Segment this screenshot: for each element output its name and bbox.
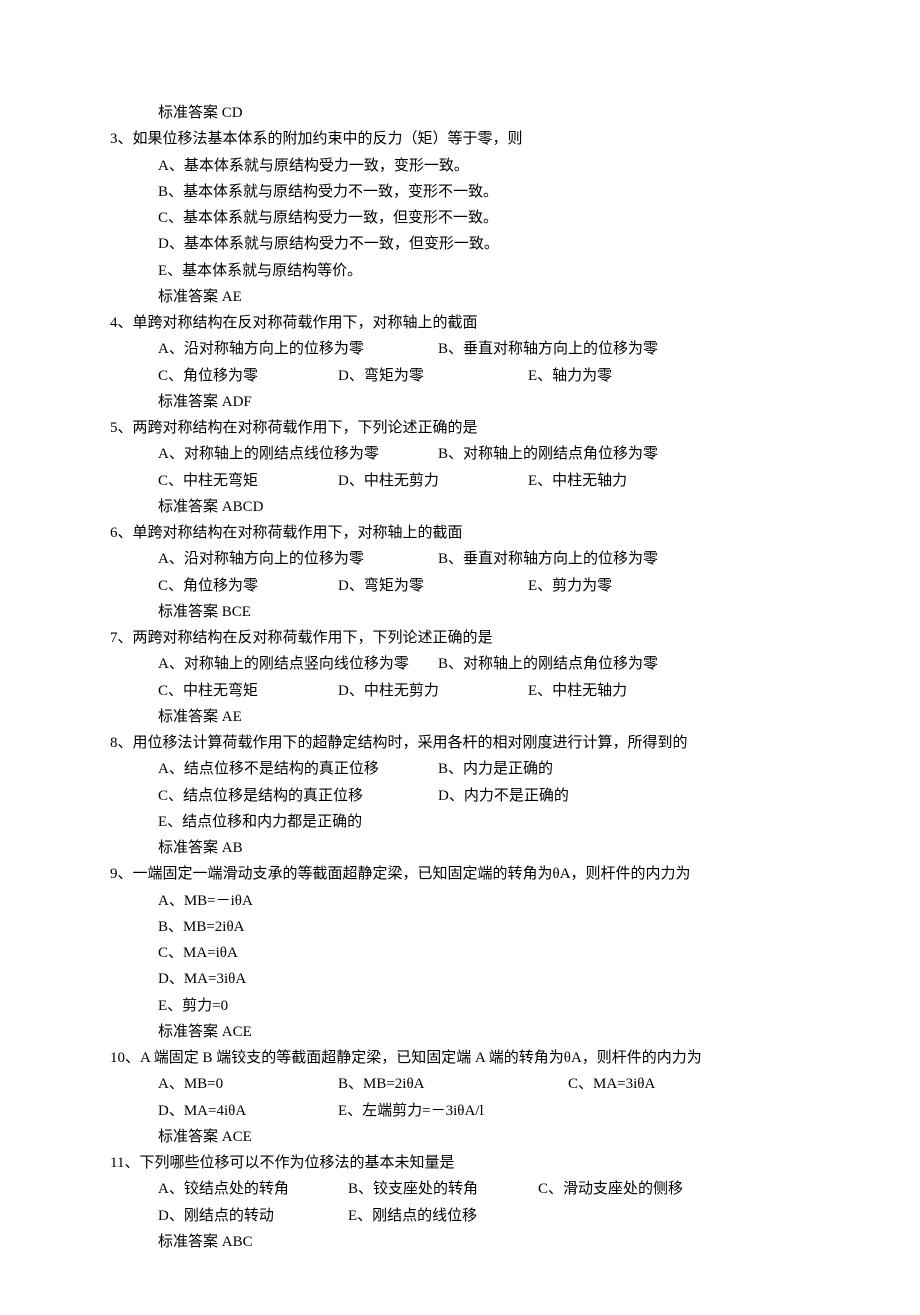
q7-stem: 7、两跨对称结构在反对称荷载作用下，下列论述正确的是 [110,625,810,651]
q10-stem: 10、A 端固定 B 端铰支的等截面超静定梁，已知固定端 A 端的转角为θA，则… [110,1045,810,1071]
q5-opt-e: E、中柱无轴力 [528,468,627,494]
q11-opt-b: B、铰支座处的转角 [348,1176,538,1202]
q3-answer: 标准答案 AE [110,284,810,310]
q4-opt-b: B、垂直对称轴方向上的位移为零 [438,336,658,362]
q6-row1: A、沿对称轴方向上的位移为零 B、垂直对称轴方向上的位移为零 [110,546,810,572]
q5-opt-d: D、中柱无剪力 [338,468,528,494]
q7-row1: A、对称轴上的刚结点竖向线位移为零 B、对称轴上的刚结点角位移为零 [110,651,810,677]
q6-opt-b: B、垂直对称轴方向上的位移为零 [438,546,658,572]
q10-answer: 标准答案 ACE [110,1124,810,1150]
q3-stem: 3、如果位移法基本体系的附加约束中的反力（矩）等于零，则 [110,126,810,152]
q7-opt-b: B、对称轴上的刚结点角位移为零 [438,651,658,677]
q11-opt-e: E、刚结点的线位移 [348,1203,477,1229]
q4-answer: 标准答案 ADF [110,389,810,415]
q5-stem: 5、两跨对称结构在对称荷载作用下，下列论述正确的是 [110,415,810,441]
q11-row2: D、刚结点的转动 E、刚结点的线位移 [110,1203,810,1229]
q6-opt-c: C、角位移为零 [158,573,338,599]
q6-stem: 6、单跨对称结构在对称荷载作用下，对称轴上的截面 [110,520,810,546]
q11-opt-c: C、滑动支座处的侧移 [538,1176,683,1202]
q11-stem: 11、下列哪些位移可以不作为位移法的基本未知量是 [110,1150,810,1176]
q8-opt-a: A、结点位移不是结构的真正位移 [158,756,438,782]
q3-opt-a: A、基本体系就与原结构受力一致，变形一致。 [110,153,810,179]
q2-answer: 标准答案 CD [110,100,810,126]
q8-stem: 8、用位移法计算荷载作用下的超静定结构时，采用各杆的相对刚度进行计算，所得到的 [110,730,810,756]
q8-opt-b: B、内力是正确的 [438,756,553,782]
q4-row2: C、角位移为零 D、弯矩为零 E、轴力为零 [110,363,810,389]
q7-row2: C、中柱无弯矩 D、中柱无剪力 E、中柱无轴力 [110,678,810,704]
q9-answer: 标准答案 ACE [110,1019,810,1045]
q6-row2: C、角位移为零 D、弯矩为零 E、剪力为零 [110,573,810,599]
q10-row1: A、MB=0 B、MB=2iθA C、MA=3iθA [110,1071,810,1097]
q8-opt-c: C、结点位移是结构的真正位移 [158,783,438,809]
q3-opt-e: E、基本体系就与原结构等价。 [110,258,810,284]
q5-opt-c: C、中柱无弯矩 [158,468,338,494]
q3-opt-b: B、基本体系就与原结构受力不一致，变形不一致。 [110,179,810,205]
q4-opt-a: A、沿对称轴方向上的位移为零 [158,336,438,362]
q6-opt-d: D、弯矩为零 [338,573,528,599]
q10-opt-b: B、MB=2iθA [338,1071,568,1097]
q7-answer: 标准答案 AE [110,704,810,730]
q11-answer: 标准答案 ABC [110,1229,810,1255]
q5-opt-a: A、对称轴上的刚结点线位移为零 [158,441,438,467]
q10-opt-e: E、左端剪力=－3iθA/l [338,1098,484,1124]
q7-opt-d: D、中柱无剪力 [338,678,528,704]
q9-stem: 9、一端固定一端滑动支承的等截面超静定梁，已知固定端的转角为θA，则杆件的内力为 [110,861,810,887]
q3-opt-d: D、基本体系就与原结构受力不一致，但变形一致。 [110,231,810,257]
q6-opt-a: A、沿对称轴方向上的位移为零 [158,546,438,572]
q9-opt-a: A、MB=－iθA [110,888,810,914]
q4-opt-e: E、轴力为零 [528,363,612,389]
q11-row1: A、铰结点处的转角 B、铰支座处的转角 C、滑动支座处的侧移 [110,1176,810,1202]
q8-answer: 标准答案 AB [110,835,810,861]
q5-answer: 标准答案 ABCD [110,494,810,520]
q5-row2: C、中柱无弯矩 D、中柱无剪力 E、中柱无轴力 [110,468,810,494]
q9-opt-d: D、MA=3iθA [110,966,810,992]
q4-stem: 4、单跨对称结构在反对称荷载作用下，对称轴上的截面 [110,310,810,336]
q10-opt-a: A、MB=0 [158,1071,338,1097]
q11-opt-a: A、铰结点处的转角 [158,1176,348,1202]
q4-opt-d: D、弯矩为零 [338,363,528,389]
q8-row3: E、结点位移和内力都是正确的 [110,809,810,835]
q10-opt-d: D、MA=4iθA [158,1098,338,1124]
q4-opt-c: C、角位移为零 [158,363,338,389]
q8-opt-e: E、结点位移和内力都是正确的 [158,809,362,835]
q6-answer: 标准答案 BCE [110,599,810,625]
q10-opt-c: C、MA=3iθA [568,1071,655,1097]
q5-row1: A、对称轴上的刚结点线位移为零 B、对称轴上的刚结点角位移为零 [110,441,810,467]
q9-opt-c: C、MA=iθA [110,940,810,966]
q9-opt-e: E、剪力=0 [110,993,810,1019]
q8-opt-d: D、内力不是正确的 [438,783,569,809]
q9-opt-b: B、MB=2iθA [110,914,810,940]
q5-opt-b: B、对称轴上的刚结点角位移为零 [438,441,658,467]
q4-row1: A、沿对称轴方向上的位移为零 B、垂直对称轴方向上的位移为零 [110,336,810,362]
q7-opt-c: C、中柱无弯矩 [158,678,338,704]
q11-opt-d: D、刚结点的转动 [158,1203,348,1229]
q7-opt-a: A、对称轴上的刚结点竖向线位移为零 [158,651,438,677]
q7-opt-e: E、中柱无轴力 [528,678,627,704]
q8-row2: C、结点位移是结构的真正位移 D、内力不是正确的 [110,783,810,809]
q8-row1: A、结点位移不是结构的真正位移 B、内力是正确的 [110,756,810,782]
q3-opt-c: C、基本体系就与原结构受力一致，但变形不一致。 [110,205,810,231]
q6-opt-e: E、剪力为零 [528,573,612,599]
q10-row2: D、MA=4iθA E、左端剪力=－3iθA/l [110,1098,810,1124]
